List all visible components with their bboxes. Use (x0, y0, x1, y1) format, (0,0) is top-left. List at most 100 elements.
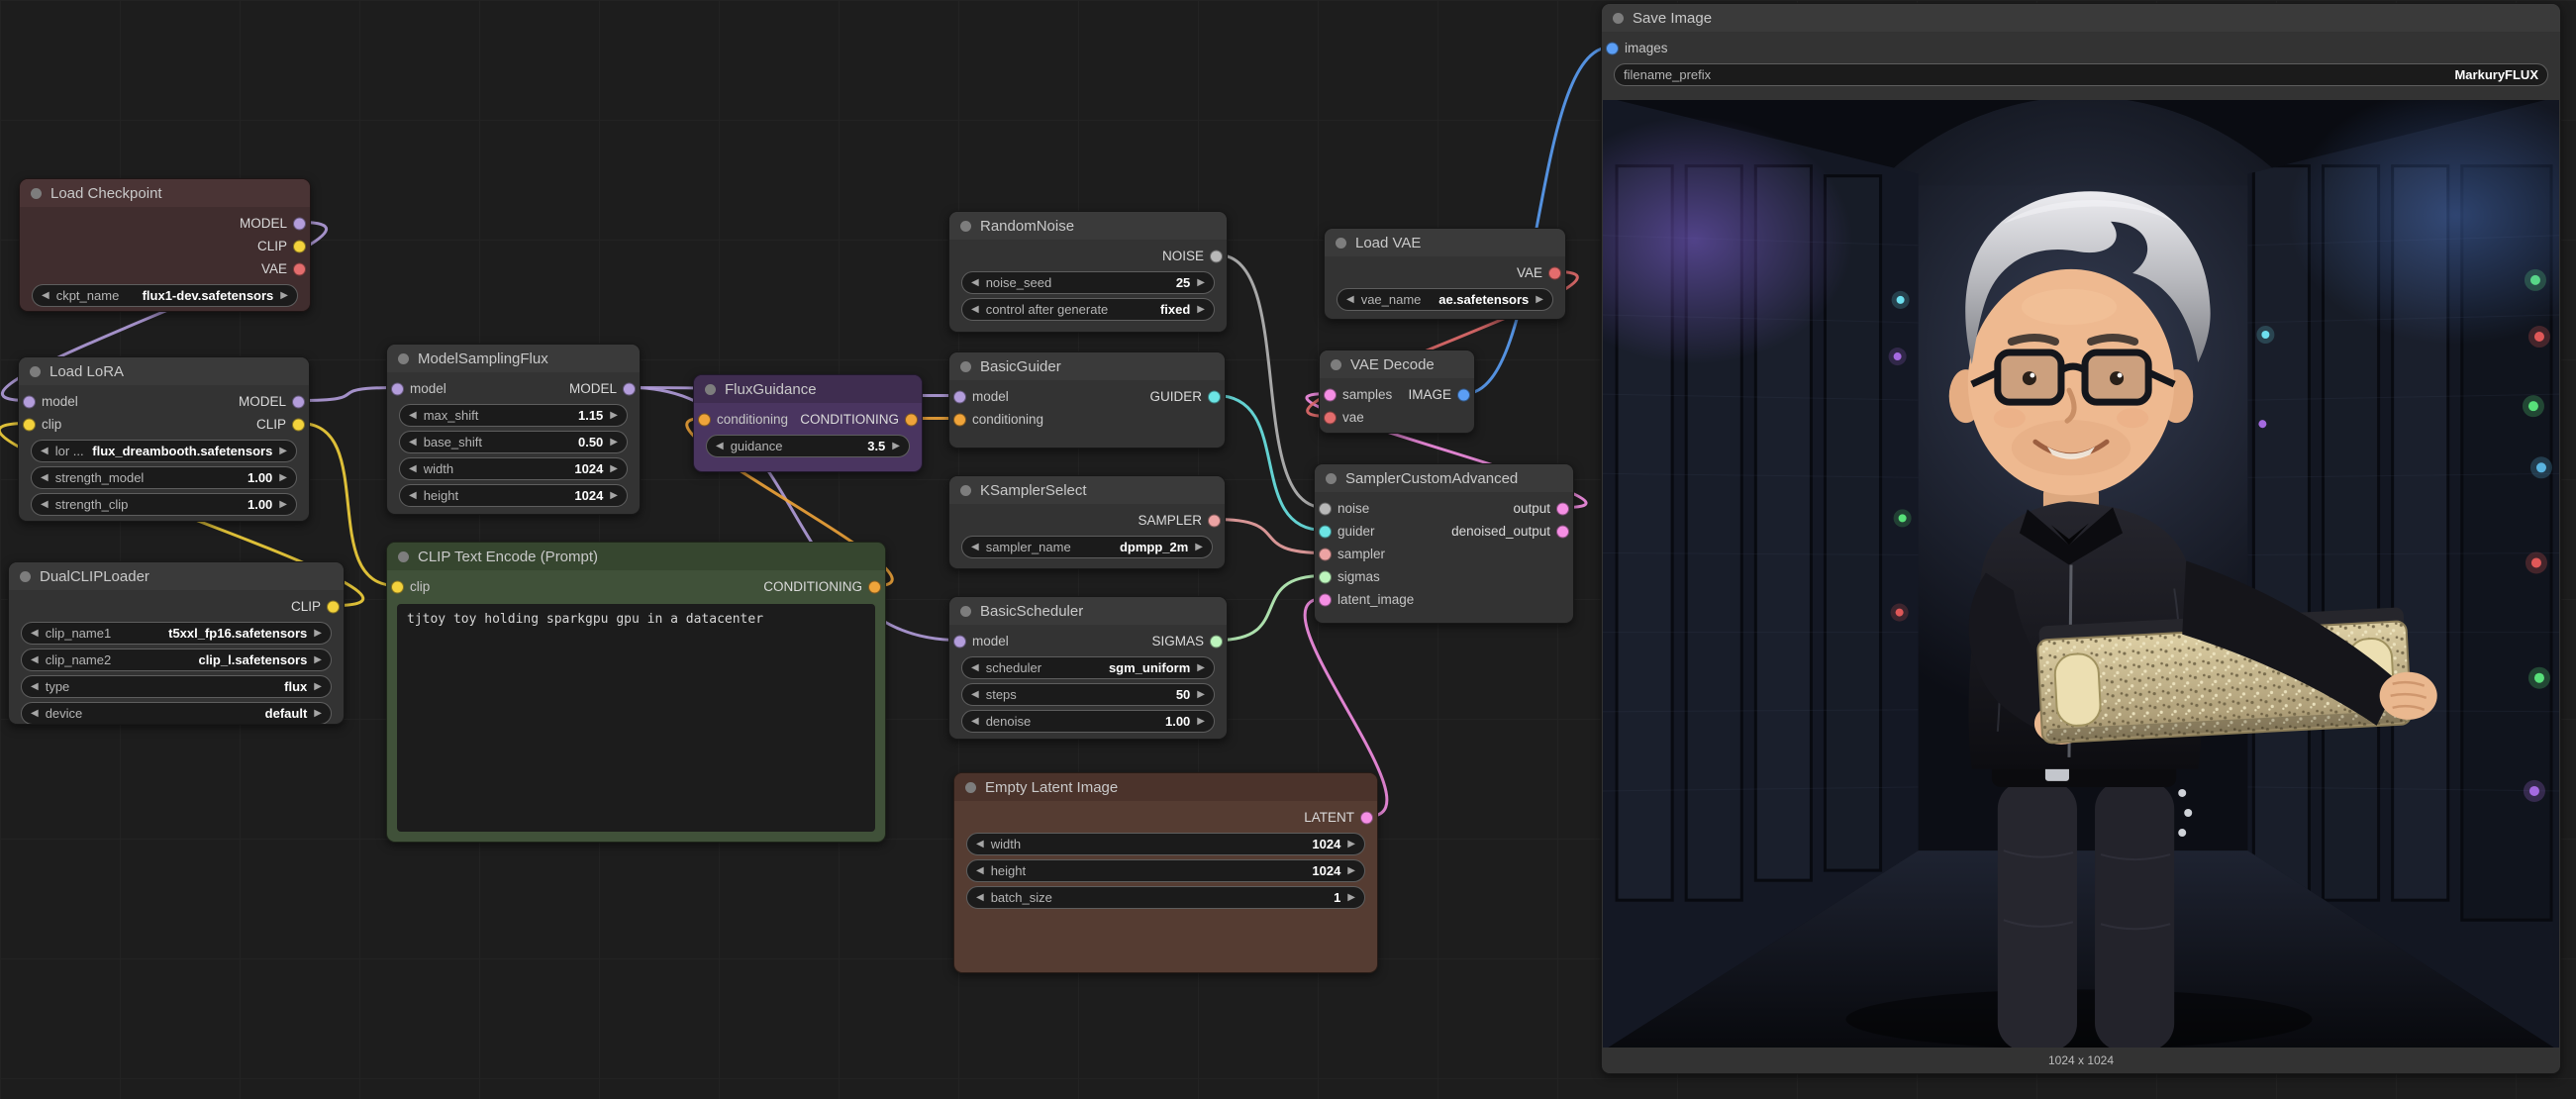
input-port-images[interactable] (1606, 42, 1619, 54)
widget-steps[interactable]: ◀steps50▶ (961, 683, 1215, 706)
widget-denoise[interactable]: ◀denoise1.00▶ (961, 710, 1215, 733)
widget-clip-name2[interactable]: ◀clip_name2clip_l.safetensors▶ (21, 649, 332, 671)
node-loadLora[interactable]: Load LoRAmodelMODELclipCLIP◀lor ...flux_… (18, 356, 310, 522)
input-port-model[interactable] (391, 382, 404, 395)
input-port-sampler[interactable] (1319, 548, 1332, 560)
output-port-CLIP[interactable] (292, 418, 305, 431)
collapse-dot-icon[interactable] (1331, 359, 1341, 370)
node-title-bar[interactable]: DualCLIPLoader (9, 562, 344, 590)
node-saveImage[interactable]: Save Imageimagesfilename_prefixMarkuryFL… (1601, 3, 2561, 1074)
node-loadCheckpoint[interactable]: Load CheckpointMODELCLIPVAE◀ckpt_nameflu… (19, 178, 311, 312)
widget-guidance[interactable]: ◀guidance3.5▶ (706, 435, 910, 457)
node-title-bar[interactable]: CLIP Text Encode (Prompt) (387, 543, 885, 570)
node-title-bar[interactable]: Save Image (1602, 4, 2560, 32)
node-fluxGuidance[interactable]: FluxGuidanceconditioningCONDITIONING◀gui… (693, 374, 923, 472)
widget-noise-seed[interactable]: ◀noise_seed25▶ (961, 271, 1215, 294)
node-title-bar[interactable]: VAE Decode (1320, 350, 1474, 378)
decrement-arrow-icon[interactable]: ◀ (41, 500, 49, 510)
widget-clip-name1[interactable]: ◀clip_name1t5xxl_fp16.safetensors▶ (21, 622, 332, 645)
widget-filename-prefix[interactable]: filename_prefixMarkuryFLUX (1614, 63, 2548, 86)
decrement-arrow-icon[interactable]: ◀ (409, 491, 417, 501)
node-title-bar[interactable]: Load VAE (1325, 229, 1565, 256)
input-port-latent_image[interactable] (1319, 593, 1332, 606)
node-title-bar[interactable]: SamplerCustomAdvanced (1315, 464, 1573, 492)
decrement-arrow-icon[interactable]: ◀ (31, 655, 39, 665)
node-basicScheduler[interactable]: BasicSchedulermodelSIGMAS◀schedulersgm_u… (948, 596, 1228, 740)
node-modelSamplingFlux[interactable]: ModelSamplingFluxmodelMODEL◀max_shift1.1… (386, 344, 641, 515)
decrement-arrow-icon[interactable]: ◀ (1346, 295, 1354, 305)
node-title-bar[interactable]: Load Checkpoint (20, 179, 310, 207)
node-title-bar[interactable]: BasicScheduler (949, 597, 1227, 625)
increment-arrow-icon[interactable]: ▶ (279, 447, 287, 456)
widget-strength-model[interactable]: ◀strength_model1.00▶ (31, 466, 297, 489)
node-clipTextEncode[interactable]: CLIP Text Encode (Prompt)clipCONDITIONIN… (386, 542, 886, 843)
widget-base-shift[interactable]: ◀base_shift0.50▶ (399, 431, 628, 453)
widget-max-shift[interactable]: ◀max_shift1.15▶ (399, 404, 628, 427)
increment-arrow-icon[interactable]: ▶ (280, 291, 288, 301)
widget-batch-size[interactable]: ◀batch_size1▶ (966, 886, 1365, 909)
decrement-arrow-icon[interactable]: ◀ (31, 629, 39, 639)
output-port-IMAGE[interactable] (1457, 388, 1470, 401)
input-port-conditioning[interactable] (953, 413, 966, 426)
increment-arrow-icon[interactable]: ▶ (1347, 893, 1355, 903)
decrement-arrow-icon[interactable]: ◀ (409, 411, 417, 421)
output-port-SIGMAS[interactable] (1210, 635, 1223, 648)
increment-arrow-icon[interactable]: ▶ (1197, 717, 1205, 727)
decrement-arrow-icon[interactable]: ◀ (31, 682, 39, 692)
decrement-arrow-icon[interactable]: ◀ (409, 464, 417, 474)
output-port-denoised_output[interactable] (1556, 525, 1569, 538)
node-title-bar[interactable]: FluxGuidance (694, 375, 922, 403)
widget-sampler-name[interactable]: ◀sampler_namedpmpp_2m▶ (961, 536, 1213, 558)
prompt-textarea[interactable]: tjtoy toy holding sparkgpu gpu in a data… (397, 604, 875, 832)
node-dualClipLoader[interactable]: DualCLIPLoaderCLIP◀clip_name1t5xxl_fp16.… (8, 561, 345, 725)
input-port-samples[interactable] (1324, 388, 1337, 401)
node-title-bar[interactable]: RandomNoise (949, 212, 1227, 240)
increment-arrow-icon[interactable]: ▶ (1197, 278, 1205, 288)
node-title-bar[interactable]: KSamplerSelect (949, 476, 1225, 504)
collapse-dot-icon[interactable] (398, 353, 409, 364)
output-port-MODEL[interactable] (293, 217, 306, 230)
node-title-bar[interactable]: Empty Latent Image (954, 773, 1377, 801)
decrement-arrow-icon[interactable]: ◀ (971, 543, 979, 552)
input-port-model[interactable] (953, 635, 966, 648)
widget-control-after-generate[interactable]: ◀control after generatefixed▶ (961, 298, 1215, 321)
output-port-CLIP[interactable] (327, 600, 340, 613)
node-vaeDecode[interactable]: VAE DecodesamplesIMAGEvae (1319, 350, 1475, 434)
input-port-model[interactable] (23, 395, 36, 408)
node-randomNoise[interactable]: RandomNoiseNOISE◀noise_seed25▶◀control a… (948, 211, 1228, 333)
decrement-arrow-icon[interactable]: ◀ (971, 305, 979, 315)
node-basicGuider[interactable]: BasicGuidermodelGUIDERconditioning (948, 351, 1226, 449)
collapse-dot-icon[interactable] (960, 361, 971, 372)
input-port-noise[interactable] (1319, 502, 1332, 515)
collapse-dot-icon[interactable] (705, 384, 716, 395)
node-emptyLatentImage[interactable]: Empty Latent ImageLATENT◀width1024▶◀heig… (953, 772, 1378, 973)
widget-lor-[interactable]: ◀lor ...flux_dreambooth.safetensors▶ (31, 440, 297, 462)
collapse-dot-icon[interactable] (965, 782, 976, 793)
decrement-arrow-icon[interactable]: ◀ (42, 291, 50, 301)
input-port-clip[interactable] (23, 418, 36, 431)
increment-arrow-icon[interactable]: ▶ (1347, 840, 1355, 849)
output-port-CONDITIONING[interactable] (905, 413, 918, 426)
collapse-dot-icon[interactable] (960, 485, 971, 496)
input-port-model[interactable] (953, 390, 966, 403)
increment-arrow-icon[interactable]: ▶ (1197, 305, 1205, 315)
decrement-arrow-icon[interactable]: ◀ (976, 840, 984, 849)
output-port-NOISE[interactable] (1210, 250, 1223, 262)
collapse-dot-icon[interactable] (960, 221, 971, 232)
increment-arrow-icon[interactable]: ▶ (279, 473, 287, 483)
widget-strength-clip[interactable]: ◀strength_clip1.00▶ (31, 493, 297, 516)
output-port-MODEL[interactable] (623, 382, 636, 395)
node-title-bar[interactable]: BasicGuider (949, 352, 1225, 380)
increment-arrow-icon[interactable]: ▶ (1347, 866, 1355, 876)
input-port-vae[interactable] (1324, 411, 1337, 424)
decrement-arrow-icon[interactable]: ◀ (31, 709, 39, 719)
decrement-arrow-icon[interactable]: ◀ (971, 278, 979, 288)
input-port-clip[interactable] (391, 580, 404, 593)
output-port-VAE[interactable] (1548, 266, 1561, 279)
collapse-dot-icon[interactable] (1336, 238, 1346, 249)
increment-arrow-icon[interactable]: ▶ (1195, 543, 1203, 552)
increment-arrow-icon[interactable]: ▶ (314, 655, 322, 665)
widget-vae-name[interactable]: ◀vae_nameae.safetensors▶ (1337, 288, 1553, 311)
widget-ckpt-name[interactable]: ◀ckpt_nameflux1-dev.safetensors▶ (32, 284, 298, 307)
increment-arrow-icon[interactable]: ▶ (610, 464, 618, 474)
